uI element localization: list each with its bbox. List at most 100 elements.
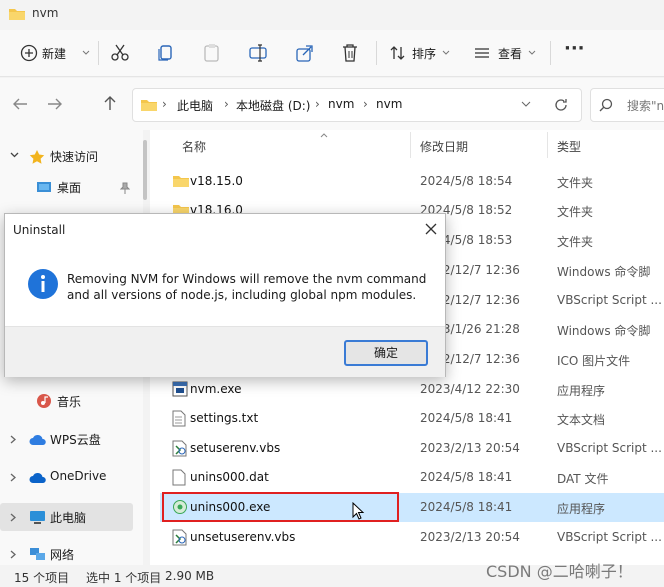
nav-label: 桌面 xyxy=(57,181,82,195)
column-name[interactable]: 名称 xyxy=(182,138,206,155)
view-button[interactable]: 查看 xyxy=(470,38,540,68)
share-icon[interactable] xyxy=(295,43,315,63)
search-box[interactable]: 搜索"n xyxy=(590,88,664,122)
chevron-right-icon[interactable] xyxy=(10,435,17,444)
file-type: 应用程序 xyxy=(557,384,606,398)
file-row[interactable]: setuserenv.vbs 2023/2/13 20:54 VBScript Sc… xyxy=(160,434,664,463)
forward-arrow-icon[interactable] xyxy=(47,97,63,111)
ok-button[interactable]: 确定 xyxy=(344,340,428,366)
nav-scrollbar[interactable] xyxy=(143,140,147,200)
nav-onedrive[interactable]: OneDrive xyxy=(0,463,140,491)
file-type: VBScript Script ... xyxy=(557,441,662,455)
column-type[interactable]: 类型 xyxy=(557,138,581,155)
chevron-down-icon[interactable] xyxy=(10,152,19,159)
paste-icon[interactable] xyxy=(203,43,221,63)
dialog-message: Removing NVM for Windows will remove the… xyxy=(67,272,427,302)
nav-label: 网络 xyxy=(50,548,75,562)
file-date: 2023/2/13 20:54 xyxy=(420,530,520,544)
command-bar: 新建 排序 查看 ··· xyxy=(0,30,664,77)
file-name: settings.txt xyxy=(190,411,259,425)
cut-icon[interactable] xyxy=(110,44,130,62)
nav-label: OneDrive xyxy=(50,469,107,483)
file-row[interactable]: nvm.exe 2023/4/12 22:30 应用程序 xyxy=(160,375,664,404)
file-row[interactable]: settings.txt 2024/5/8 18:41 文本文档 xyxy=(160,404,664,433)
file-type: 文本文档 xyxy=(557,413,606,427)
delete-icon[interactable] xyxy=(341,43,359,63)
close-icon[interactable] xyxy=(425,223,437,235)
file-date: 2024/5/8 18:41 xyxy=(420,411,513,425)
sort-label: 排序 xyxy=(412,47,437,61)
status-selected: 选中 1 个项目 xyxy=(86,571,162,585)
nav-label: 快速访问 xyxy=(50,150,99,164)
breadcrumb-drive-d[interactable]: 本地磁盘 (D:) xyxy=(236,97,310,114)
file-name: setuserenv.vbs xyxy=(190,441,281,455)
file-date: 2023/4/12 22:30 xyxy=(420,382,520,396)
file-type: ICO 图片文件 xyxy=(557,354,631,368)
chevron-right-icon[interactable] xyxy=(10,513,17,522)
nav-wps-cloud[interactable]: WPS云盘 xyxy=(0,425,140,453)
nav-label: WPS云盘 xyxy=(50,433,101,447)
file-type: VBScript Script ... xyxy=(557,530,662,544)
new-button[interactable]: 新建 xyxy=(14,38,96,68)
back-arrow-icon[interactable] xyxy=(12,97,28,111)
chevron-right-icon[interactable] xyxy=(10,473,17,482)
file-date: 2023/2/13 20:54 xyxy=(420,441,520,455)
onedrive-icon xyxy=(29,472,46,483)
refresh-icon[interactable] xyxy=(553,97,569,113)
vbs-file-icon xyxy=(172,440,188,457)
sort-button[interactable]: 排序 xyxy=(386,38,456,68)
nav-desktop[interactable]: 桌面 xyxy=(0,173,140,201)
file-type: 文件夹 xyxy=(557,205,594,219)
cloud-icon xyxy=(29,434,46,445)
nav-label: 音乐 xyxy=(57,395,82,409)
file-date: 2024/5/8 18:41 xyxy=(420,500,513,514)
chevron-down-icon xyxy=(528,50,536,55)
new-label: 新建 xyxy=(42,47,67,61)
file-type: VBScript Script ... xyxy=(557,293,662,307)
nav-network[interactable]: 网络 xyxy=(0,540,140,568)
breadcrumb-this-pc[interactable]: 此电脑 xyxy=(177,97,213,114)
file-row[interactable]: v18.15.0 2024/5/8 18:54 文件夹 xyxy=(160,167,664,196)
nav-this-pc[interactable]: 此电脑 xyxy=(0,503,133,531)
column-date[interactable]: 修改日期 xyxy=(420,138,468,155)
window-title: nvm xyxy=(32,6,59,20)
uninstall-dialog: Uninstall Removing NVM for Windows will … xyxy=(4,213,446,377)
desktop-icon xyxy=(37,182,51,192)
file-row[interactable]: unsetuserenv.vbs 2023/2/13 20:54 VBScript … xyxy=(160,523,664,552)
nav-quick-access[interactable]: 快速访问 xyxy=(0,142,140,170)
mouse-cursor-icon xyxy=(352,502,365,520)
dialog-title: Uninstall xyxy=(13,223,66,237)
nav-music[interactable]: 音乐 xyxy=(0,387,140,415)
file-name: v18.15.0 xyxy=(190,174,243,188)
star-icon xyxy=(29,150,45,164)
folder-icon xyxy=(141,100,157,111)
computer-icon xyxy=(30,511,45,524)
vbs-file-icon xyxy=(172,529,188,546)
more-options-button[interactable]: ··· xyxy=(564,38,585,59)
rename-icon[interactable] xyxy=(249,43,269,63)
chevron-down-icon[interactable] xyxy=(521,101,531,108)
watermark: CSDN @二哈喇子！ xyxy=(486,562,633,581)
file-type: Windows 命令脚 xyxy=(557,324,651,338)
chevron-down-icon xyxy=(82,50,90,55)
address-bar[interactable]: › 此电脑 › 本地磁盘 (D:) › nvm › nvm xyxy=(132,88,582,122)
nav-label: 此电脑 xyxy=(50,511,87,525)
folder-file-icon xyxy=(172,173,190,188)
file-type: 文件夹 xyxy=(557,176,594,190)
search-icon xyxy=(599,98,613,112)
column-header: 名称 修改日期 类型 xyxy=(160,130,664,160)
up-arrow-icon[interactable] xyxy=(103,95,117,111)
title-bar: nvm xyxy=(0,0,664,28)
file-row[interactable]: unins000.dat 2024/5/8 18:41 DAT 文件 xyxy=(160,463,664,492)
info-icon xyxy=(28,269,58,299)
breadcrumb-nvm[interactable]: nvm xyxy=(328,97,354,111)
breadcrumb-nvm-current[interactable]: nvm xyxy=(376,97,402,111)
pin-icon xyxy=(120,182,130,194)
view-label: 查看 xyxy=(498,47,523,61)
chevron-right-icon[interactable] xyxy=(10,550,17,559)
status-item-count: 15 个项目 xyxy=(14,571,70,585)
exe-file-icon xyxy=(172,381,188,397)
copy-icon[interactable] xyxy=(157,43,175,63)
folder-icon xyxy=(9,9,25,20)
file-type: 文件夹 xyxy=(557,235,594,249)
